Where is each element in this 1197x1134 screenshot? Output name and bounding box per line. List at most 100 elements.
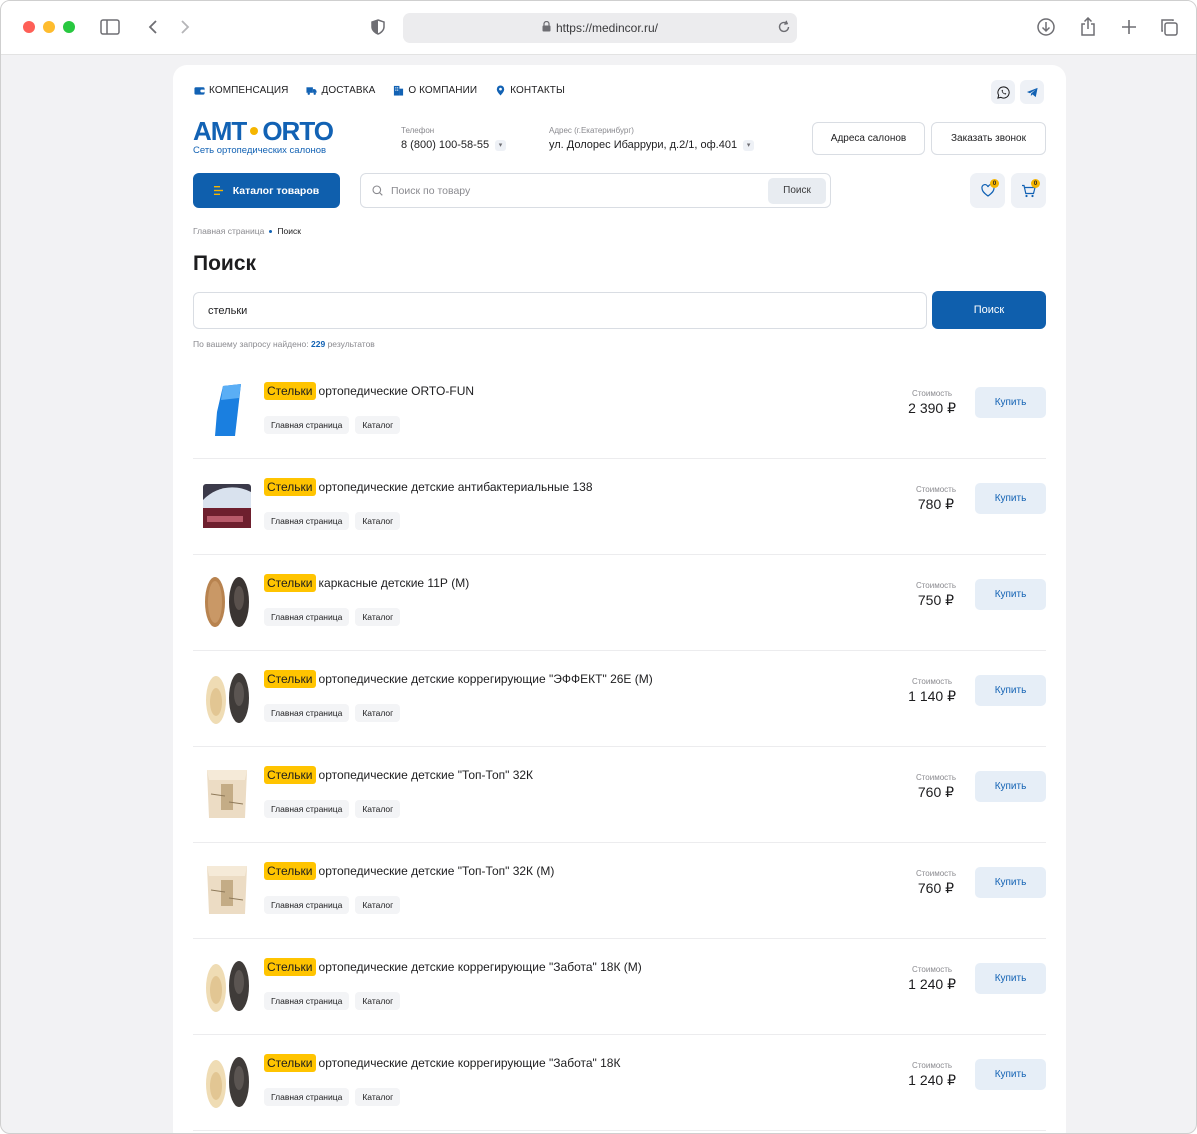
downloads-icon[interactable]	[1035, 16, 1057, 38]
whatsapp-button[interactable]	[991, 80, 1015, 104]
product-image[interactable]	[201, 1054, 253, 1110]
product-tags: Главная страница Каталог	[264, 608, 401, 626]
nav-label: ДОСТАВКА	[321, 85, 376, 96]
query-highlight: Стельки	[264, 574, 316, 592]
chevron-down-icon[interactable]: ▾	[743, 139, 755, 151]
salons-button[interactable]: Адреса салонов	[812, 122, 925, 155]
catalog-button[interactable]: Каталог товаров	[193, 173, 340, 208]
minimize-window-button[interactable]	[43, 21, 55, 33]
tag-catalog[interactable]: Каталог	[355, 1088, 401, 1106]
new-tab-icon[interactable]	[1118, 16, 1140, 38]
breadcrumb-current: Поиск	[277, 226, 301, 236]
nav-compensation[interactable]: КОМПЕНСАЦИЯ	[194, 85, 288, 96]
product-image[interactable]	[201, 958, 253, 1014]
address-bar[interactable]: https://medincor.ru/	[403, 13, 797, 43]
price-block: Стоимость 1 240 ₽	[908, 1061, 956, 1089]
close-window-button[interactable]	[23, 21, 35, 33]
cart-button[interactable]: 0	[1011, 173, 1046, 208]
buy-button[interactable]: Купить	[975, 387, 1046, 418]
tag-home[interactable]: Главная страница	[264, 608, 350, 626]
building-icon	[394, 85, 404, 96]
header-search-button[interactable]: Поиск	[768, 177, 826, 204]
tag-catalog[interactable]: Каталог	[355, 896, 401, 914]
tag-home[interactable]: Главная страница	[264, 704, 350, 722]
product-image[interactable]	[201, 862, 253, 918]
product-title[interactable]: Стельки ортопедические ORTO-FUN	[264, 382, 474, 400]
main-search-button[interactable]: Поиск	[932, 291, 1046, 329]
chevron-down-icon[interactable]: ▾	[495, 139, 507, 151]
sidebar-toggle-icon[interactable]	[99, 16, 121, 38]
buy-button[interactable]: Купить	[975, 771, 1046, 802]
forward-icon[interactable]	[174, 16, 196, 38]
tab-overview-icon[interactable]	[1158, 16, 1180, 38]
tag-catalog[interactable]: Каталог	[355, 704, 401, 722]
product-title-text: ортопедические ORTO-FUN	[318, 384, 475, 398]
search-result-row[interactable]: Стельки ортопедические детские антибактер…	[193, 459, 1046, 555]
product-image[interactable]	[201, 382, 253, 438]
price-label: Стоимость	[912, 677, 953, 686]
product-title[interactable]: Стельки каркасные детские 11Р (М)	[264, 574, 469, 592]
tag-catalog[interactable]: Каталог	[355, 608, 401, 626]
tag-home[interactable]: Главная страница	[264, 896, 350, 914]
search-result-row[interactable]: Стельки ортопедические ORTO-FUN Главная ст…	[193, 363, 1046, 459]
buy-button[interactable]: Купить	[975, 579, 1046, 610]
back-icon[interactable]	[142, 16, 164, 38]
tag-catalog[interactable]: Каталог	[355, 992, 401, 1010]
product-image[interactable]	[201, 574, 253, 630]
logo-text-left: АМТ	[193, 116, 247, 146]
query-highlight: Стельки	[264, 382, 316, 400]
query-highlight: Стельки	[264, 670, 316, 688]
reload-icon[interactable]	[777, 19, 791, 38]
search-result-row[interactable]: Стельки каркасные детские 11Р (М) Главная …	[193, 555, 1046, 651]
price-label: Стоимость	[915, 773, 956, 782]
product-image[interactable]	[201, 670, 253, 726]
price-value: 780 ₽	[917, 496, 955, 512]
result-count-suffix: результатов	[327, 339, 375, 349]
privacy-shield-icon[interactable]	[367, 16, 389, 38]
product-title[interactable]: Стельки ортопедические детские коррегирую…	[264, 1054, 620, 1072]
header-search-input[interactable]: Поиск по товару	[391, 185, 768, 197]
search-result-row[interactable]: Стельки ортопедические детские коррегирую…	[193, 651, 1046, 747]
buy-button[interactable]: Купить	[975, 675, 1046, 706]
buy-button[interactable]: Купить	[975, 1059, 1046, 1090]
tag-home[interactable]: Главная страница	[264, 416, 350, 434]
tag-catalog[interactable]: Каталог	[355, 800, 401, 818]
search-result-row[interactable]: Стельки ортопедические детские "Топ-Топ" …	[193, 843, 1046, 939]
query-highlight: Стельки	[264, 766, 316, 784]
tag-catalog[interactable]: Каталог	[355, 416, 401, 434]
price-value: 1 240 ₽	[908, 976, 956, 992]
product-title[interactable]: Стельки ортопедические детские коррегирую…	[264, 670, 653, 688]
nav-contacts[interactable]: КОНТАКТЫ	[495, 85, 565, 96]
product-title[interactable]: Стельки ортопедические детские "Топ-Топ" …	[264, 766, 533, 784]
product-title[interactable]: Стельки ортопедические детские антибактер…	[264, 478, 593, 496]
tag-catalog[interactable]: Каталог	[355, 512, 401, 530]
search-result-row[interactable]: Стельки ортопедические детские коррегирую…	[193, 939, 1046, 1035]
tag-home[interactable]: Главная страница	[264, 800, 350, 818]
breadcrumb-home[interactable]: Главная страница	[193, 226, 264, 236]
favorites-button[interactable]: 0	[970, 173, 1005, 208]
wallet-icon	[194, 87, 205, 95]
main-search-input[interactable]: стельки	[193, 292, 927, 329]
zoom-window-button[interactable]	[63, 21, 75, 33]
tag-home[interactable]: Главная страница	[264, 992, 350, 1010]
search-result-row[interactable]: Стельки ортопедические детские "Топ-Топ" …	[193, 747, 1046, 843]
product-title-text: ортопедические детские "Топ-Топ" 32К	[318, 768, 534, 782]
phone-number[interactable]: 8 (800) 100-58-55	[401, 139, 489, 151]
nav-delivery[interactable]: ДОСТАВКА	[306, 85, 375, 96]
product-image[interactable]	[201, 478, 253, 534]
tag-home[interactable]: Главная страница	[264, 1088, 350, 1106]
product-title[interactable]: Стельки ортопедические детские "Топ-Топ" …	[264, 862, 554, 880]
search-result-row[interactable]: Стельки ортопедические детские коррегирую…	[193, 1035, 1046, 1131]
tag-home[interactable]: Главная страница	[264, 512, 350, 530]
callback-button[interactable]: Заказать звонок	[931, 122, 1046, 155]
buy-button[interactable]: Купить	[975, 483, 1046, 514]
buy-button[interactable]: Купить	[975, 963, 1046, 994]
product-title[interactable]: Стельки ортопедические детские коррегирую…	[264, 958, 642, 976]
site-logo[interactable]: АМТ ORTO Сеть ортопедических салонов	[193, 116, 334, 156]
logo-text-right: ORTO	[262, 116, 334, 146]
buy-button[interactable]: Купить	[975, 867, 1046, 898]
share-icon[interactable]	[1077, 16, 1099, 38]
nav-about[interactable]: О КОМПАНИИ	[393, 85, 477, 96]
product-image[interactable]	[201, 766, 253, 822]
telegram-button[interactable]	[1020, 80, 1044, 104]
